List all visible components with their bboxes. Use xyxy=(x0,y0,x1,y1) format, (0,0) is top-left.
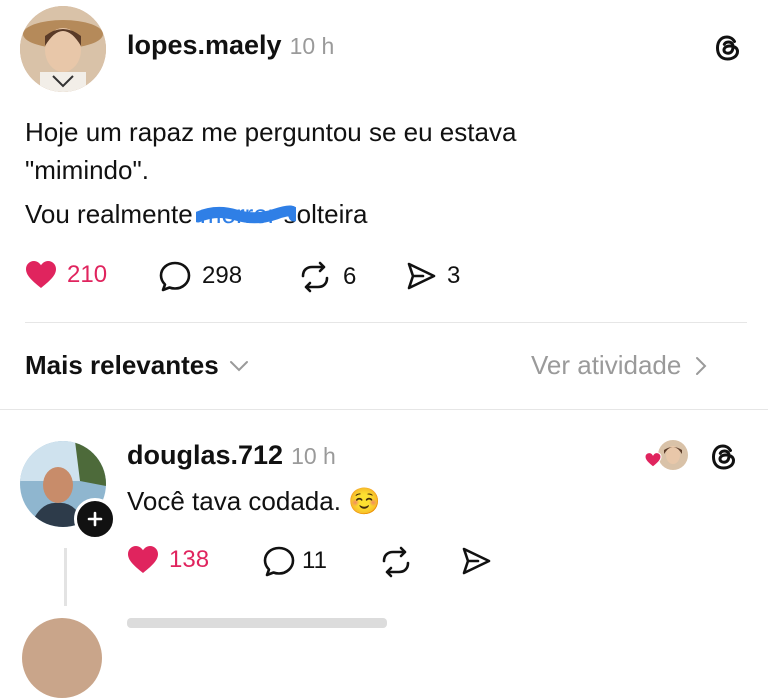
reply-like-count: 138 xyxy=(169,546,210,573)
reply-username[interactable]: douglas.712 xyxy=(127,440,283,471)
post-text-line: "mimindo". xyxy=(25,155,149,185)
next-comment-avatar[interactable] xyxy=(22,618,102,698)
repost-icon xyxy=(382,546,410,578)
share-button[interactable]: 3 xyxy=(405,260,460,292)
author-avatar[interactable] xyxy=(20,6,106,92)
comment-bubble-icon xyxy=(159,261,191,292)
reply-repost-button[interactable] xyxy=(378,545,414,579)
reply-button[interactable]: 298 xyxy=(158,260,242,292)
divider xyxy=(25,322,747,323)
reply-reply-count: 11 xyxy=(302,547,327,574)
repost-icon xyxy=(301,261,329,293)
repost-button[interactable]: 6 xyxy=(297,260,356,294)
view-activity-label: Ver atividade xyxy=(531,350,682,380)
author-username[interactable]: lopes.maely xyxy=(127,30,282,61)
chevron-down-icon xyxy=(229,360,248,371)
plus-icon xyxy=(87,511,103,527)
author-avatar-image xyxy=(20,6,106,92)
repost-count: 6 xyxy=(343,263,357,290)
threads-logo-icon[interactable] xyxy=(708,441,740,473)
reply-timestamp: 10 h xyxy=(291,443,336,469)
reply-count: 298 xyxy=(202,262,243,289)
divider xyxy=(0,409,768,410)
post-text-line: Vou realmente morrer solteira xyxy=(25,195,745,233)
post-timestamp: 10 h xyxy=(289,33,335,59)
heart-icon xyxy=(644,452,662,468)
liked-by-avatar xyxy=(658,440,688,470)
liked-by-author-badge xyxy=(644,440,690,474)
next-comment-header-partial xyxy=(127,618,387,628)
like-button[interactable]: 210 xyxy=(25,260,107,290)
reply-body: Você tava codada. ☺️ xyxy=(127,486,381,516)
follow-plus-button[interactable] xyxy=(74,498,116,540)
view-activity-link[interactable]: Ver atividade xyxy=(531,350,707,381)
comment-bubble-icon xyxy=(263,546,295,577)
share-count: 3 xyxy=(447,262,461,289)
reply-reply-button[interactable]: 11 xyxy=(262,545,327,577)
post-text-line: Hoje um rapaz me perguntou se eu estava xyxy=(25,117,517,147)
send-icon xyxy=(462,547,491,575)
post-header: lopes.maely 10 h xyxy=(127,30,334,61)
heart-icon xyxy=(26,261,56,288)
threads-logo-icon[interactable] xyxy=(712,32,744,64)
scribbled-word: morrer xyxy=(195,195,296,233)
reply-like-button[interactable]: 138 xyxy=(127,545,209,575)
sort-selector[interactable]: Mais relevantes xyxy=(25,350,249,381)
thread-line xyxy=(64,548,67,606)
chevron-right-icon xyxy=(696,356,707,375)
reply-header: douglas.712 10 h xyxy=(127,440,336,471)
like-count: 210 xyxy=(67,261,108,288)
reply-share-button[interactable] xyxy=(460,545,492,577)
heart-icon xyxy=(128,546,158,573)
post-text-fragment: Vou realmente xyxy=(25,199,200,229)
sort-label: Mais relevantes xyxy=(25,350,219,380)
scribble-mark xyxy=(195,205,296,224)
send-icon xyxy=(407,262,436,290)
post-body: Hoje um rapaz me perguntou se eu estava … xyxy=(25,113,745,233)
